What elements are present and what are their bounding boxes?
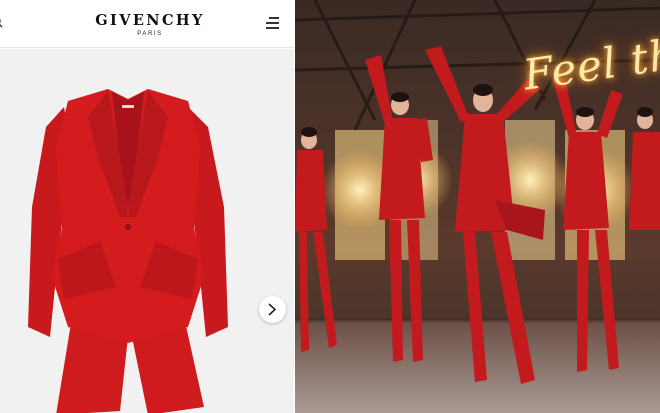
brand-logo-subtitle: PARIS [137,31,163,37]
product-image-area [0,49,294,413]
hamburger-menu-icon[interactable] [266,16,279,30]
top-navigation-bar: GIVENCHY PARIS [0,0,294,48]
brand-logo[interactable]: GIVENCHY [70,12,230,29]
performance-photo: Feel th [295,0,660,413]
search-icon[interactable] [0,16,4,28]
product-page: GIVENCHY PARIS [0,0,294,413]
red-jacket-product-image [28,89,228,413]
next-image-button[interactable] [259,296,286,323]
chevron-right-icon [268,303,277,316]
